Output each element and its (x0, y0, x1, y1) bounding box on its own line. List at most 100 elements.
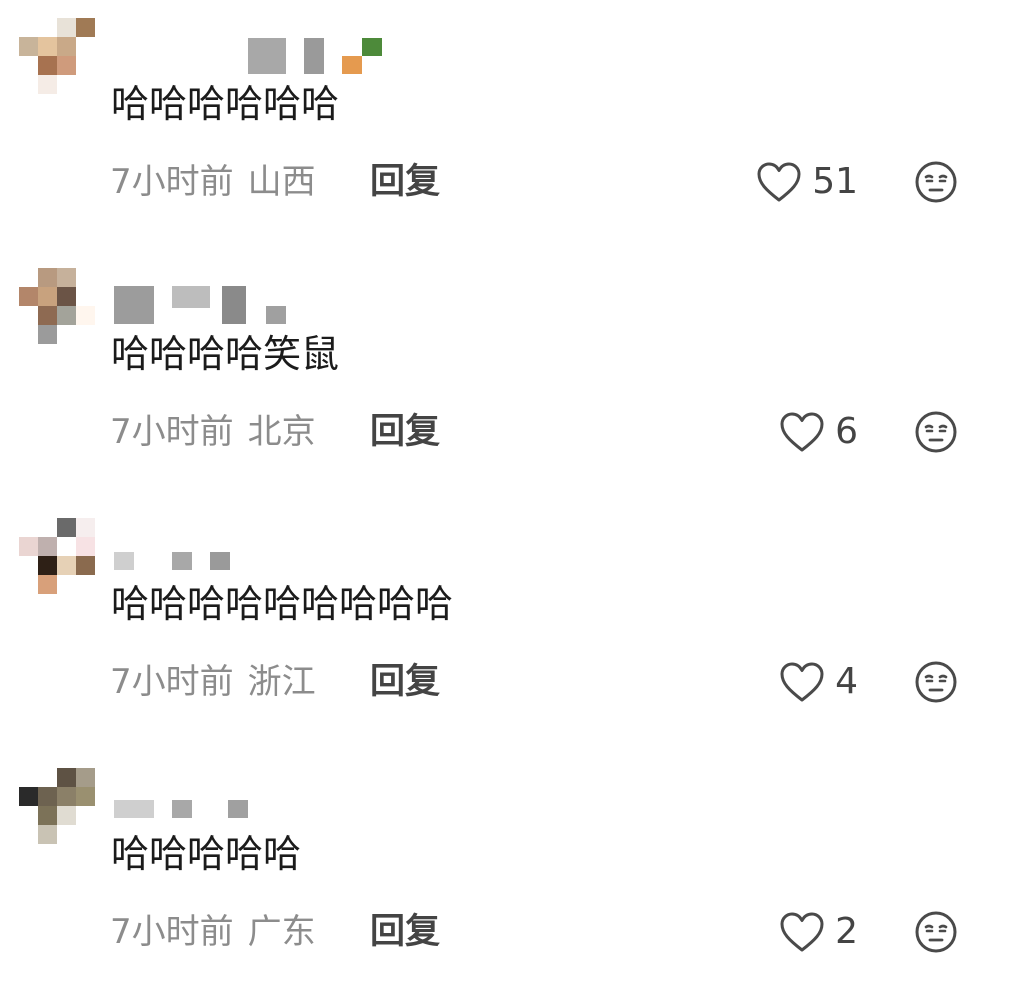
avatar-pixel (57, 306, 76, 325)
comment-text: 哈哈哈哈哈哈 (111, 82, 340, 126)
username[interactable] (110, 20, 410, 75)
avatar-pixel (76, 37, 95, 56)
like-button[interactable]: 4 (779, 660, 858, 704)
comment-meta: 7小时前 北京 (110, 412, 316, 452)
reply-button[interactable]: 回复 (370, 162, 440, 202)
avatar-pixel (76, 806, 95, 825)
username-pixel (248, 38, 286, 74)
comment-item: 哈哈哈哈哈哈哈哈哈 7小时前 浙江 回复 4 (0, 500, 1026, 750)
like-count: 51 (812, 161, 858, 202)
like-button[interactable]: 2 (779, 910, 858, 954)
avatar-pixel (38, 768, 57, 787)
avatar-pixel (38, 18, 57, 37)
username-pixel (172, 800, 192, 818)
like-button[interactable]: 51 (756, 160, 858, 204)
avatar-pixel (76, 556, 95, 575)
username-pixel (342, 56, 362, 74)
avatar-pixel (38, 75, 57, 94)
like-count: 6 (835, 411, 858, 452)
avatar-pixel (57, 537, 76, 556)
heart-outline-icon (780, 412, 824, 452)
avatar-pixel (57, 268, 76, 287)
heart-outline-icon (780, 912, 824, 952)
comment-item: 哈哈哈哈笑鼠 7小时前 北京 回复 6 (0, 250, 1026, 500)
avatar-pixel (38, 268, 57, 287)
reply-button[interactable]: 回复 (370, 412, 440, 452)
username-pixel (362, 38, 382, 56)
face-emoji-icon[interactable] (914, 660, 958, 704)
avatar-pixel (57, 575, 76, 594)
avatar-pixel (38, 325, 57, 344)
comment-location: 广东 (247, 912, 316, 952)
avatar-pixel (76, 56, 95, 75)
avatar-pixel (76, 306, 95, 325)
avatar-pixel (76, 768, 95, 787)
comment-text: 哈哈哈哈哈 (111, 832, 302, 876)
username[interactable] (110, 270, 410, 325)
face-emoji-icon[interactable] (914, 160, 958, 204)
avatar[interactable] (19, 768, 95, 863)
heart-outline-icon (780, 662, 824, 702)
comment-location: 山西 (247, 162, 316, 202)
avatar-pixel (76, 268, 95, 287)
comment-meta: 7小时前 广东 (110, 912, 316, 952)
avatar-pixel (57, 787, 76, 806)
comment-location: 浙江 (247, 662, 316, 702)
avatar-pixel (19, 37, 38, 56)
avatar-pixel (76, 518, 95, 537)
avatar-pixel (38, 825, 57, 844)
avatar-pixel (38, 37, 57, 56)
avatar-pixel (38, 556, 57, 575)
like-count: 4 (835, 661, 858, 702)
avatar-pixel (38, 575, 57, 594)
username-pixel (266, 306, 286, 324)
avatar-pixel (76, 287, 95, 306)
avatar-pixel (57, 768, 76, 787)
avatar-pixel (38, 306, 57, 325)
comment-text: 哈哈哈哈笑鼠 (111, 332, 340, 376)
avatar[interactable] (19, 18, 95, 113)
avatar[interactable] (19, 268, 95, 363)
avatar-pixel (19, 537, 38, 556)
comment-meta: 7小时前 浙江 (110, 662, 316, 702)
avatar-pixel (19, 787, 38, 806)
avatar-pixel (57, 56, 76, 75)
avatar-pixel (38, 537, 57, 556)
comment-time: 7小时前 (110, 412, 234, 452)
avatar-pixel (38, 518, 57, 537)
avatar-pixel (38, 787, 57, 806)
username-pixel (114, 286, 154, 324)
avatar-pixel (76, 18, 95, 37)
avatar-pixel (76, 537, 95, 556)
avatar-pixel (57, 556, 76, 575)
avatar-pixel (57, 825, 76, 844)
reply-button[interactable]: 回复 (370, 912, 440, 952)
username[interactable] (110, 770, 410, 825)
avatar-pixel (57, 75, 76, 94)
like-button[interactable]: 6 (779, 410, 858, 454)
username-pixel (222, 286, 246, 324)
avatar-pixel (38, 287, 57, 306)
username[interactable] (110, 520, 410, 575)
like-count: 2 (835, 911, 858, 952)
username-pixel (228, 800, 248, 818)
reply-button[interactable]: 回复 (370, 662, 440, 702)
avatar-pixel (57, 325, 76, 344)
comment-meta: 7小时前 山西 (110, 162, 316, 202)
avatar-pixel (57, 18, 76, 37)
username-pixel (172, 552, 192, 570)
face-emoji-icon[interactable] (914, 410, 958, 454)
avatar-pixel (57, 806, 76, 825)
username-pixel (172, 286, 210, 308)
face-emoji-icon[interactable] (914, 910, 958, 954)
username-pixel (114, 800, 154, 818)
avatar-pixel (57, 287, 76, 306)
comment-item: 哈哈哈哈哈 7小时前 广东 回复 2 (0, 750, 1026, 1000)
comment-time: 7小时前 (110, 912, 234, 952)
avatar[interactable] (19, 518, 95, 613)
avatar-pixel (38, 806, 57, 825)
avatar-pixel (57, 37, 76, 56)
comment-text: 哈哈哈哈哈哈哈哈哈 (111, 582, 454, 626)
username-pixel (304, 38, 324, 74)
username-pixel (114, 552, 134, 570)
